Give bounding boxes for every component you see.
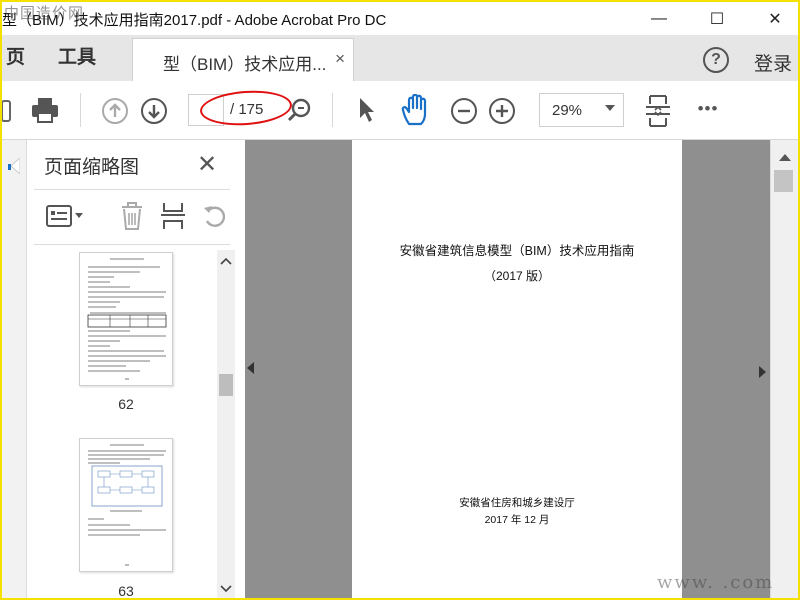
help-button[interactable]: ? [703, 47, 729, 73]
fit-page-icon[interactable] [642, 93, 674, 129]
panel-pointer-icon [8, 158, 20, 174]
expand-right-panel-icon[interactable] [759, 366, 766, 378]
more-icon[interactable]: ••• [692, 97, 724, 121]
close-window-button[interactable]: ✕ [752, 2, 798, 35]
minimize-button[interactable]: — [636, 2, 682, 35]
thumbnail-page-number: 62 [118, 396, 134, 412]
select-arrow-icon[interactable] [352, 94, 380, 126]
page-thumbnail-63[interactable] [79, 438, 173, 572]
hand-tool-icon[interactable] [398, 92, 434, 128]
divider [34, 244, 230, 245]
extract-pages-icon[interactable] [159, 200, 187, 232]
document-tab[interactable]: 型（BIM）技术应用... × [132, 38, 354, 81]
toolbar: / 175 29% ••• [2, 81, 798, 140]
thumbnails-panel: 页面缩略图 ✕ 62 63 [27, 140, 245, 599]
panel-title: 页面缩略图 [44, 157, 140, 178]
scrollbar-thumb[interactable] [219, 374, 233, 396]
document-publisher: 安徽省住房和城乡建设厅 [459, 497, 575, 509]
app-window: 型（BIM）技术应用指南2017.pdf - Adobe Acrobat Pro… [0, 0, 800, 600]
print-icon[interactable] [28, 94, 62, 126]
chevron-down-icon [605, 105, 615, 111]
document-date: 2017 年 12 月 [484, 514, 550, 526]
page-down-icon[interactable] [139, 96, 169, 126]
thumbnail-page-number: 63 [118, 583, 134, 599]
partial-icon [2, 99, 12, 123]
divider [80, 93, 81, 127]
window-title: 型（BIM）技术应用指南2017.pdf - Adobe Acrobat Pro… [2, 12, 387, 29]
rotate-icon[interactable] [201, 202, 229, 230]
thumbnail-options-icon[interactable] [45, 201, 85, 231]
tab-tools[interactable]: 工具 [58, 35, 96, 81]
title-bar: 型（BIM）技术应用指南2017.pdf - Adobe Acrobat Pro… [2, 2, 798, 35]
scroll-up-icon[interactable] [779, 154, 791, 161]
collapse-panel-icon[interactable] [247, 362, 254, 374]
document-scrollbar[interactable] [770, 140, 798, 598]
zoom-value: 29% [552, 102, 583, 119]
document-edition: （2017 版） [483, 269, 551, 283]
scrollbar-thumb[interactable] [774, 170, 793, 192]
close-tab-icon[interactable]: × [335, 49, 345, 69]
zoom-search-icon[interactable] [285, 96, 313, 124]
divider [332, 93, 333, 127]
zoom-out-icon[interactable] [449, 96, 479, 126]
zoom-select[interactable]: 29% [539, 93, 624, 127]
document-tab-label: 型（BIM）技术应用... [163, 55, 327, 74]
page-thumbnail-62[interactable] [79, 252, 173, 386]
page-up-icon[interactable] [100, 96, 130, 126]
zoom-in-icon[interactable] [487, 96, 517, 126]
document-view[interactable]: 安徽省建筑信息模型（BIM）技术应用指南 （2017 版） 安徽省住房和城乡建设… [245, 140, 770, 598]
document-title: 安徽省建筑信息模型（BIM）技术应用指南 [399, 244, 635, 258]
scroll-down-icon[interactable] [220, 585, 232, 593]
tab-bar: 页 工具 型（BIM）技术应用... × ? 登录 [2, 35, 798, 81]
tab-home[interactable]: 页 [6, 35, 25, 81]
divider [34, 189, 230, 190]
thumbnails-scrollbar[interactable] [217, 250, 235, 598]
left-rail [2, 140, 27, 598]
close-panel-button[interactable]: ✕ [197, 150, 217, 179]
scroll-up-icon[interactable] [220, 257, 232, 265]
delete-icon[interactable] [118, 200, 146, 232]
document-page: 安徽省建筑信息模型（BIM）技术应用指南 （2017 版） 安徽省住房和城乡建设… [352, 140, 682, 598]
login-button[interactable]: 登录 [754, 49, 792, 76]
maximize-button[interactable]: ☐ [694, 2, 740, 35]
